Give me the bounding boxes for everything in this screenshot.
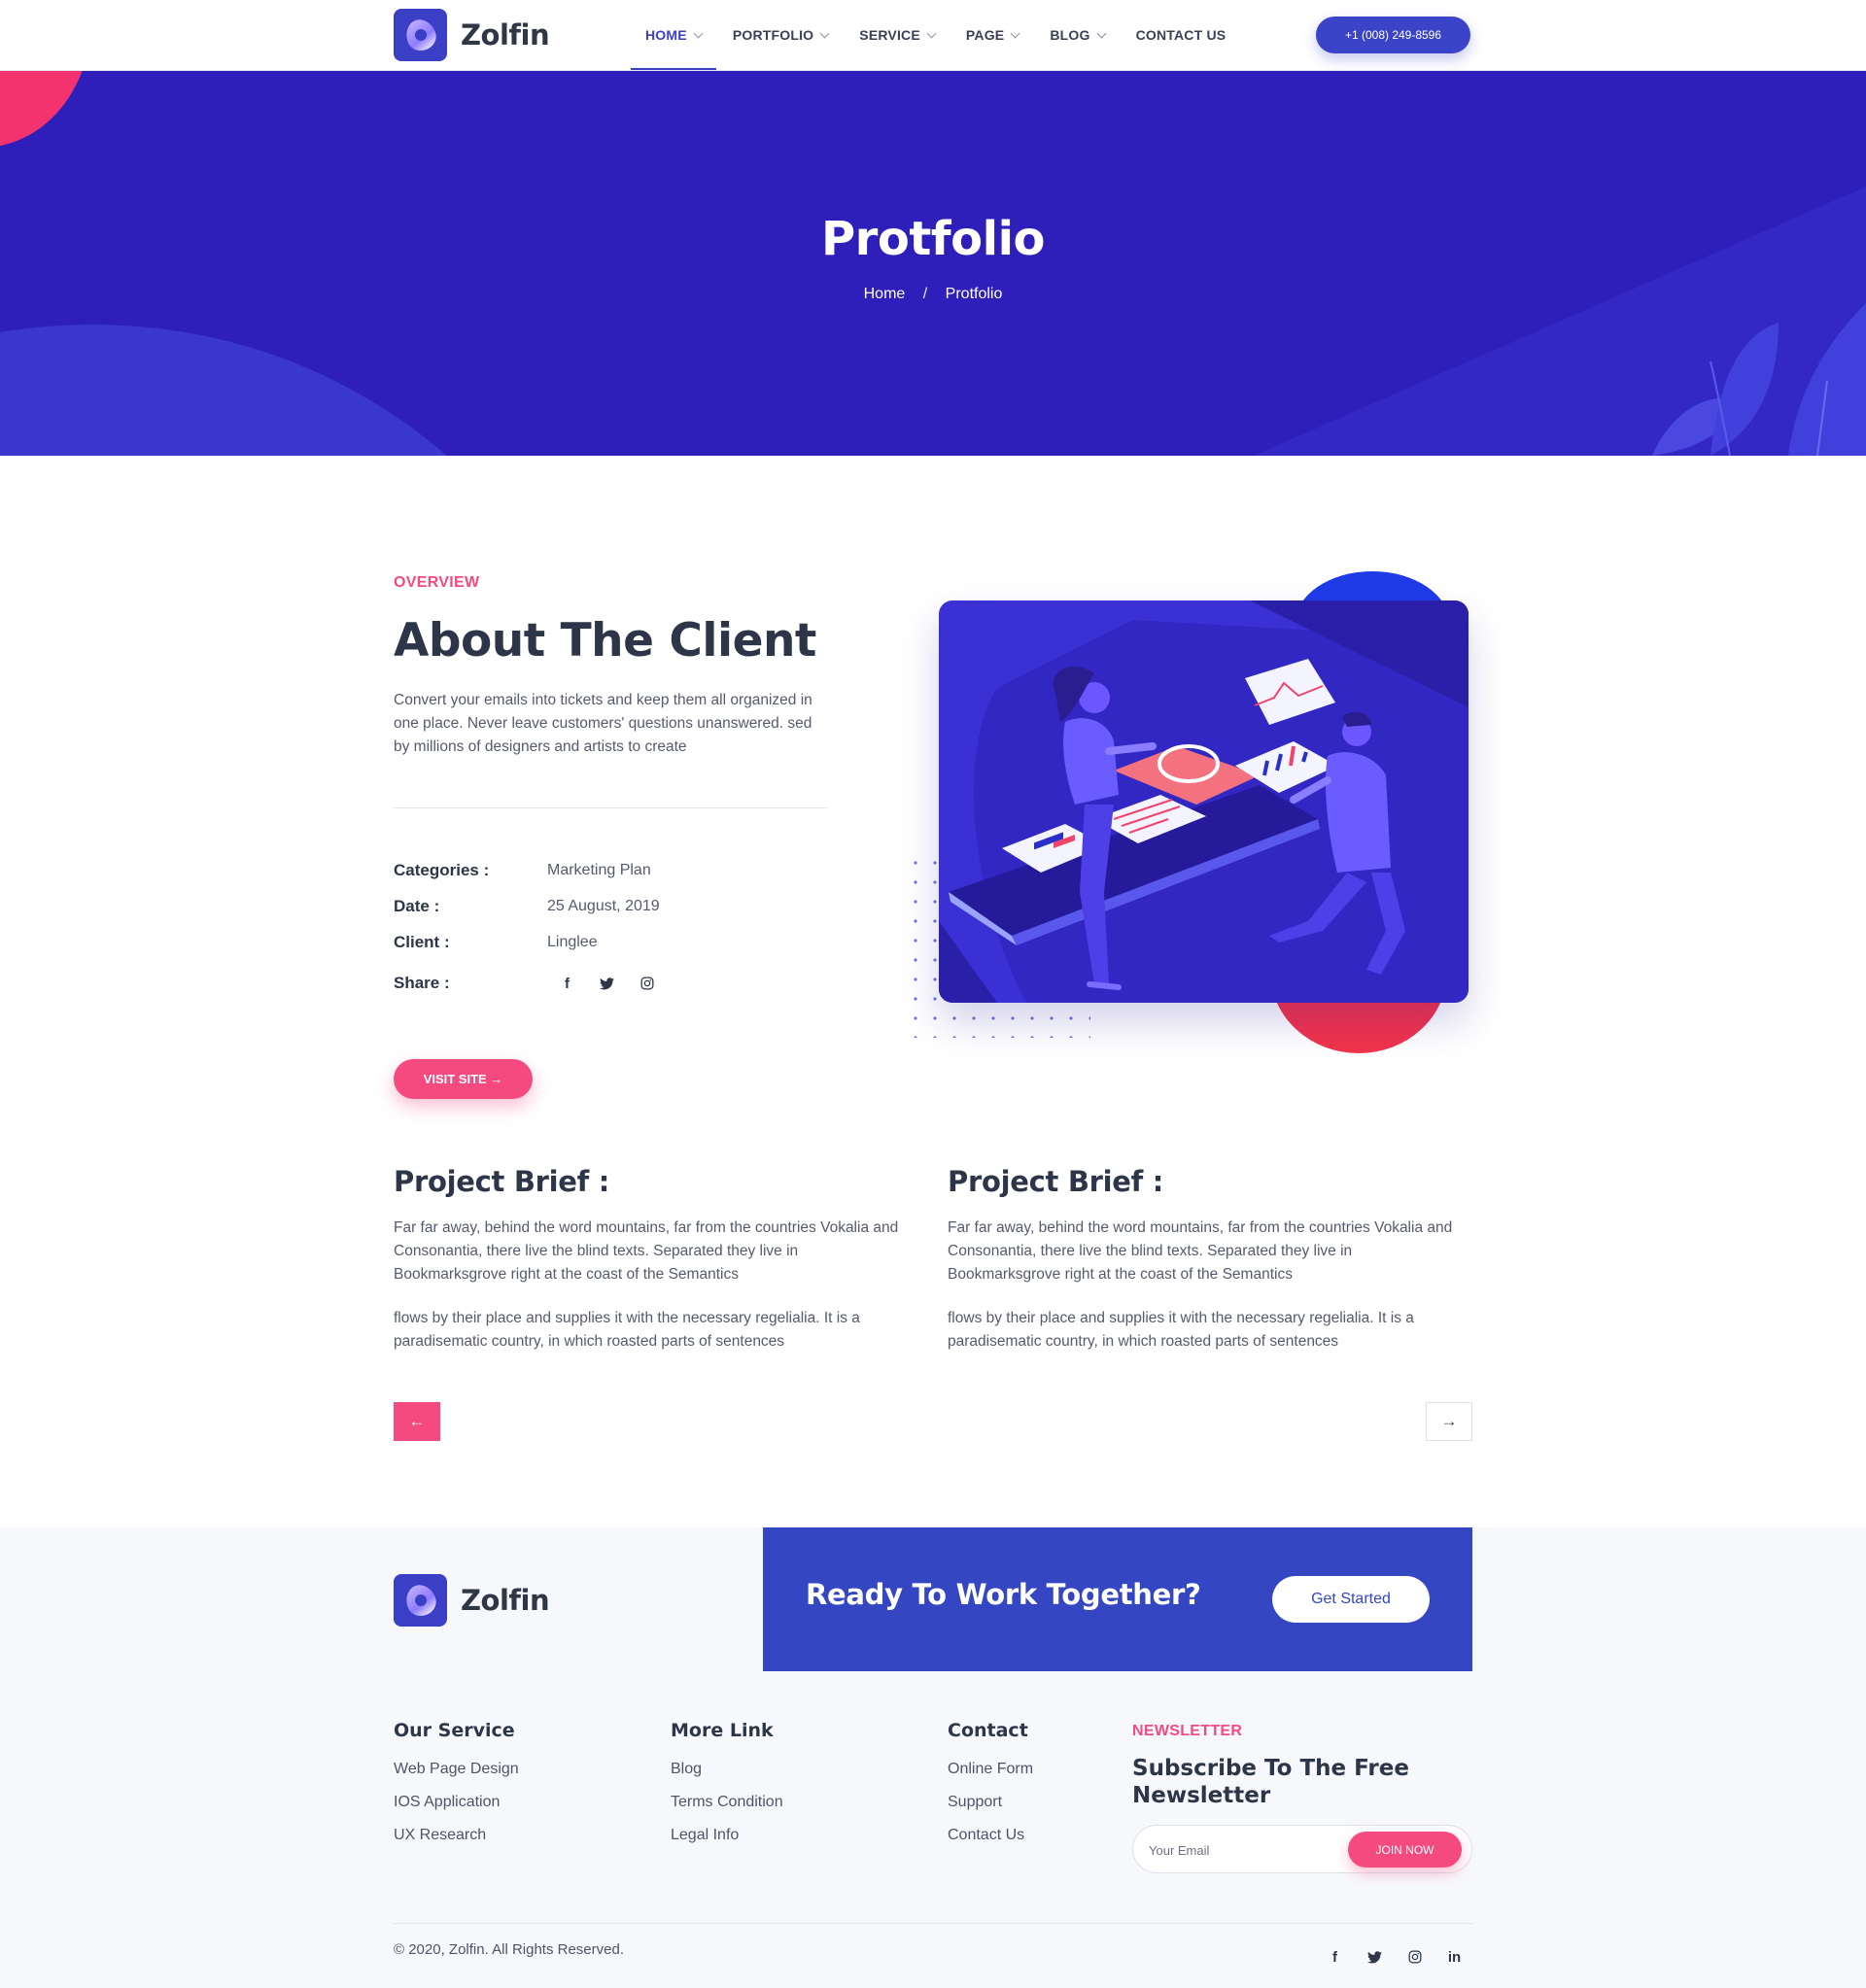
date-label: Date : [394,897,440,915]
nav-item-home[interactable]: HOME [631,0,716,70]
arrow-right-icon: → [1440,1412,1458,1430]
facebook-icon[interactable]: f [547,971,587,996]
logo-mark-icon [394,1574,447,1627]
brief-title: Project Brief : [394,1165,610,1198]
footer-column-title: More Link [671,1720,774,1741]
facebook-icon[interactable]: f [1315,1943,1355,1971]
overview-description: Convert your emails into tickets and kee… [394,692,812,755]
date-value: 25 August, 2019 [547,898,660,914]
cta-title: Ready To Work Together? [806,1578,1201,1611]
share-icons: f [547,971,667,996]
footer-social-icons: f in [1315,1943,1474,1971]
overview-eyebrow: OVERVIEW [394,574,480,591]
share-label: Share : [394,974,450,992]
newsletter-eyebrow: NEWSLETTER [1132,1723,1243,1739]
header-logo[interactable]: Zolfin [394,9,550,61]
page-title: Protfolio [820,212,1046,266]
brief-title: Project Brief : [948,1165,1164,1198]
join-now-button[interactable]: JOIN NOW [1348,1832,1462,1868]
main-nav: HOME PORTFOLIO SERVICE PAGE BLOG CONTACT… [631,0,1257,70]
chevron-down-icon [1010,28,1020,38]
instagram-icon[interactable] [1395,1943,1434,1971]
nav-item-service[interactable]: SERVICE [859,0,937,70]
chevron-down-icon [1096,28,1107,38]
copyright-text: © 2020, Zolfin. All Rights Reserved. [394,1941,624,1958]
categories-label: Categories : [394,861,490,879]
nav-item-contact[interactable]: CONTACT US [1136,0,1227,70]
footer-link[interactable]: Legal Info [671,1827,739,1844]
newsletter-form: JOIN NOW [1132,1825,1472,1873]
logo-mark-icon [394,9,447,61]
brief-paragraph: flows by their place and supplies it wit… [948,1310,1414,1350]
brief-paragraph: Far far away, behind the word mountains,… [394,1219,899,1283]
footer-link[interactable]: Web Page Design [394,1761,519,1778]
breadcrumb-home[interactable]: Home [864,286,906,302]
team-illustration-image [939,600,1469,1003]
nav-item-portfolio[interactable]: PORTFOLIO [732,0,830,70]
logo-text: Zolfin [461,18,550,51]
section-title: About The Client [394,614,816,668]
nav-item-label: CONTACT US [1135,27,1227,43]
site-header: Zolfin HOME PORTFOLIO SERVICE PAGE BLOG … [0,0,1866,70]
linkedin-icon[interactable]: in [1434,1943,1474,1971]
newsletter-title: Subscribe To The Free Newsletter [1132,1756,1409,1808]
client-illustration [939,600,1469,1003]
breadcrumb-separator: / [922,286,928,302]
nav-item-label: HOME [645,27,687,43]
arrow-left-icon: ← [408,1412,426,1430]
breadcrumb: Home / Protfolio [0,286,1866,303]
nav-item-label: PAGE [965,27,1005,43]
twitter-icon[interactable] [1355,1943,1395,1971]
client-value: Linglee [547,934,598,950]
get-started-button[interactable]: Get Started [1272,1576,1430,1623]
footer-link[interactable]: Online Form [948,1761,1033,1778]
footer-link[interactable]: UX Research [394,1827,486,1844]
nav-item-label: PORTFOLIO [732,27,814,43]
instagram-icon[interactable] [627,971,667,996]
divider [394,807,827,808]
visit-site-button[interactable]: VISIT SITE → [394,1059,533,1099]
twitter-icon[interactable] [587,971,627,996]
footer-link[interactable]: Support [948,1794,1002,1811]
next-project-button[interactable]: → [1426,1402,1472,1441]
nav-item-label: BLOG [1050,27,1090,43]
logo-text: Zolfin [461,1584,550,1617]
footer-link[interactable]: Contact Us [948,1827,1024,1844]
brief-paragraph: Far far away, behind the word mountains,… [948,1219,1453,1283]
footer-link[interactable]: Blog [671,1761,702,1778]
chevron-down-icon [819,28,830,38]
nav-item-label: SERVICE [859,27,920,43]
nav-item-page[interactable]: PAGE [965,0,1020,70]
categories-value: Marketing Plan [547,862,651,878]
chevron-down-icon [693,28,704,38]
phone-button[interactable]: +1 (008) 249-8596 [1316,17,1470,53]
divider [394,1923,1472,1924]
breadcrumb-current: Protfolio [945,286,1003,302]
brief-paragraph: flows by their place and supplies it wit… [394,1310,860,1350]
cta-banner: Ready To Work Together? Get Started [763,1527,1472,1671]
footer-link[interactable]: Terms Condition [671,1794,783,1811]
prev-project-button[interactable]: ← [394,1402,440,1441]
footer-link[interactable]: IOS Application [394,1794,500,1811]
email-input[interactable] [1149,1837,1343,1863]
footer-column-title: Our Service [394,1720,515,1741]
chevron-down-icon [926,28,937,38]
nav-item-blog[interactable]: BLOG [1050,0,1107,70]
footer-logo[interactable]: Zolfin [394,1574,550,1627]
client-label: Client : [394,933,450,951]
footer-column-title: Contact [948,1720,1028,1741]
page-hero: Protfolio Home / Protfolio [0,70,1866,456]
